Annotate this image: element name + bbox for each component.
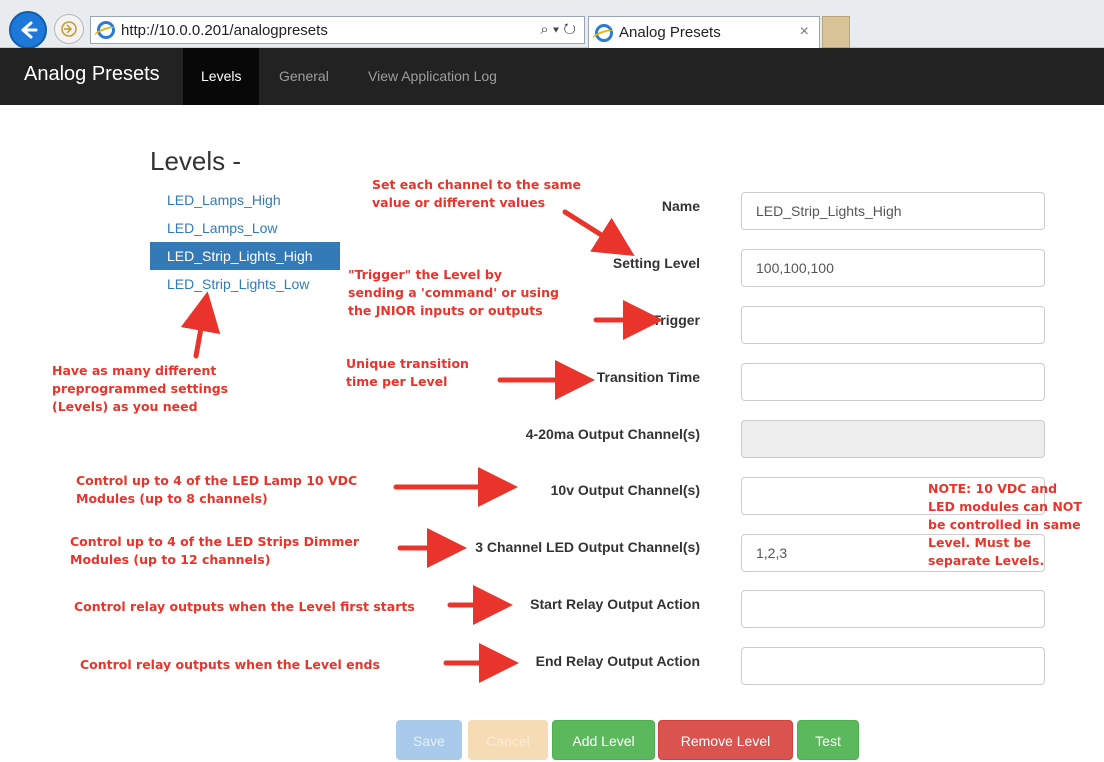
test-button[interactable]: Test [797, 720, 859, 760]
annotation-arrows [180, 209, 663, 683]
cancel-button[interactable]: Cancel [468, 720, 548, 760]
remove-level-button[interactable]: Remove Level [658, 720, 793, 760]
arrow-icon [562, 209, 635, 257]
add-level-button[interactable]: Add Level [552, 720, 655, 760]
arrow-icon [180, 291, 221, 359]
save-button[interactable]: Save [396, 720, 462, 760]
